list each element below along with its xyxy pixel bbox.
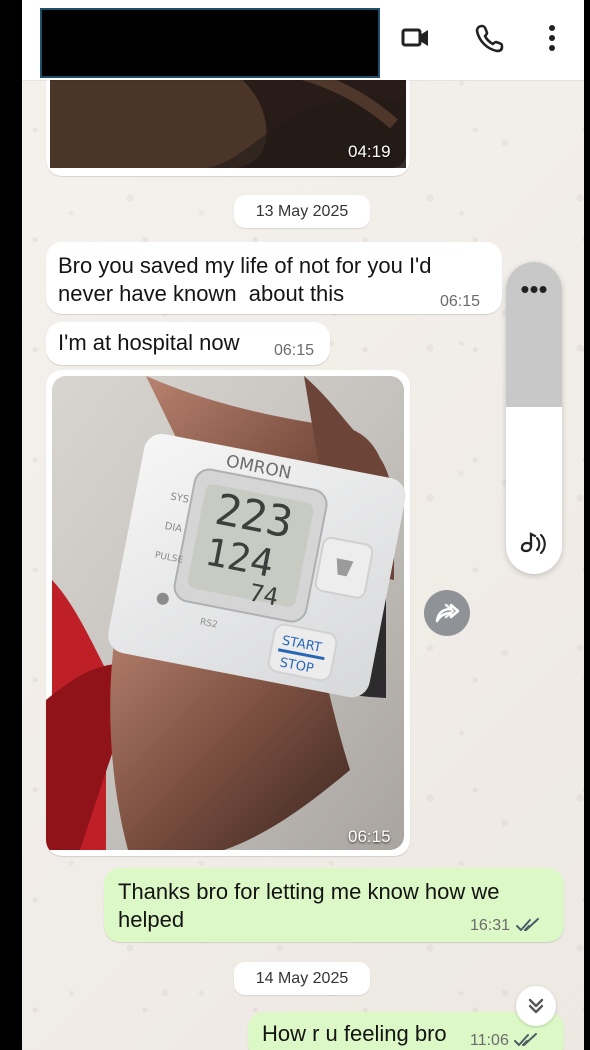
incoming-message-bubble[interactable]: Bro you saved my life of not for you I'd… bbox=[46, 242, 502, 314]
message-text: Bro you saved my life of not for you I'd… bbox=[58, 253, 432, 306]
message-time: 06:15 bbox=[274, 342, 315, 359]
message-text: I'm at hospital now bbox=[58, 330, 240, 355]
date-divider: 13 May 2025 bbox=[234, 195, 370, 228]
audio-icon[interactable] bbox=[517, 528, 551, 560]
audio-more-icon[interactable]: ••• bbox=[506, 274, 562, 304]
phone-icon[interactable] bbox=[470, 18, 510, 58]
video-call-icon[interactable] bbox=[396, 18, 436, 58]
read-receipt-icon bbox=[516, 918, 539, 931]
more-vertical-icon[interactable] bbox=[532, 18, 572, 58]
chat-header bbox=[22, 0, 584, 80]
date-divider: 14 May 2025 bbox=[234, 962, 370, 995]
chat-screen: 04:19 13 May 2025 Bro you saved my life … bbox=[22, 0, 584, 1050]
message-time: 16:31 bbox=[470, 917, 511, 934]
incoming-message-bubble[interactable]: I'm at hospital now 06:15 bbox=[46, 322, 330, 365]
scroll-down-button[interactable] bbox=[516, 986, 556, 1026]
double-chevron-down-icon bbox=[528, 998, 544, 1014]
outgoing-message-bubble[interactable]: Thanks bro for letting me know how we he… bbox=[104, 868, 564, 942]
message-text: How r u feeling bro bbox=[262, 1021, 447, 1046]
outgoing-message-bubble[interactable]: How r u feeling bro 11:06 bbox=[248, 1012, 564, 1050]
redacted-contact-area bbox=[40, 8, 380, 78]
message-time: 11:06 bbox=[470, 1032, 509, 1049]
message-time: 06:15 bbox=[440, 293, 481, 310]
read-receipt-icon bbox=[514, 1033, 537, 1046]
forward-button[interactable] bbox=[424, 590, 470, 636]
message-time: 04:19 bbox=[348, 142, 391, 161]
forward-icon bbox=[435, 603, 460, 623]
blood-pressure-photo-message[interactable]: OMRON SYS DIA PULSE 223 124 74 START STO… bbox=[46, 370, 410, 856]
message-time: 06:15 bbox=[348, 827, 391, 846]
audio-volume-panel[interactable]: ••• bbox=[506, 262, 562, 574]
previous-photo-message[interactable]: 04:19 bbox=[46, 66, 410, 176]
phone-frame: 04:19 13 May 2025 Bro you saved my life … bbox=[0, 0, 590, 1050]
pulse-value: 74 bbox=[247, 578, 281, 611]
